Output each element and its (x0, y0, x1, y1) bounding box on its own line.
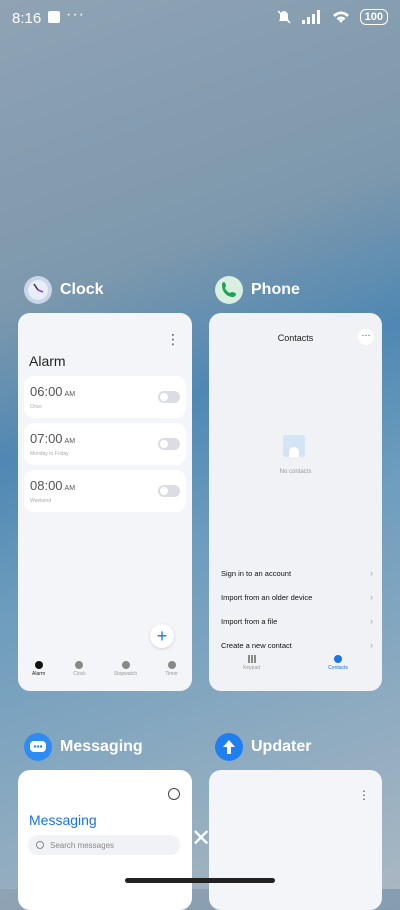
alarm-row[interactable]: 07:00 AM Monday to Friday (24, 423, 186, 465)
contact-placeholder-icon (283, 435, 305, 457)
search-icon (36, 841, 44, 849)
empty-state-text: No contacts (279, 469, 312, 475)
battery-icon: 100 (359, 9, 388, 25)
wifi-icon (332, 11, 349, 23)
phone-app-card[interactable]: Contacts ··· No contacts Sign in to an a… (209, 313, 382, 691)
clock-app-icon (24, 276, 52, 304)
search-input[interactable]: Search messages (28, 835, 180, 855)
notification-icon (48, 11, 60, 23)
alarm-repeat: Once (30, 404, 42, 410)
status-bar: 8:16 ··· 100 (0, 0, 400, 36)
messaging-app-header[interactable]: Messaging (24, 733, 143, 761)
alarm-toggle[interactable] (158, 485, 180, 497)
nav-contacts[interactable]: Contacts (328, 655, 348, 671)
clock-bottom-nav: Alarm Clock Stopwatch Timer (18, 661, 192, 677)
close-all-button[interactable]: ✕ (190, 827, 212, 851)
more-notifications-icon: ··· (66, 6, 85, 23)
option-sign-in[interactable]: Sign in to an account › (221, 562, 373, 584)
status-time: 8:16 (12, 10, 42, 27)
chevron-right-icon: › (370, 592, 373, 602)
contacts-icon (334, 655, 343, 663)
alarm-row[interactable]: 06:00 AM Once (24, 376, 186, 418)
stopwatch-icon (121, 661, 130, 669)
alarm-time: 07:00 AM (30, 431, 76, 446)
alarm-repeat: Monday to Friday (30, 451, 69, 457)
chevron-right-icon: › (370, 640, 373, 650)
nav-keypad[interactable]: Keypad (243, 655, 260, 671)
more-options-icon[interactable]: ⋮ (358, 788, 370, 802)
updater-app-name: Updater (251, 738, 312, 755)
updater-app-header[interactable]: Updater (215, 733, 311, 761)
nav-timer[interactable]: Timer (165, 661, 178, 677)
updater-app-card[interactable]: ⋮ (209, 770, 382, 910)
more-options-icon[interactable]: ⋮ (166, 331, 180, 348)
chevron-right-icon: › (370, 568, 373, 578)
status-icons: 100 (276, 9, 388, 25)
signal-icon (301, 10, 320, 24)
clock-app-header[interactable]: Clock (24, 276, 104, 304)
phone-bottom-nav: Keypad Contacts (209, 655, 382, 671)
chevron-right-icon: › (370, 616, 373, 626)
alarm-row[interactable]: 08:00 AM Weekend (24, 470, 186, 512)
alarm-time: 08:00 AM (30, 478, 76, 493)
alarm-icon (34, 661, 43, 669)
nav-stopwatch[interactable]: Stopwatch (114, 661, 137, 677)
alarm-time: 06:00 AM (30, 384, 76, 399)
more-options-icon[interactable]: ··· (358, 329, 374, 345)
phone-app-name: Phone (251, 281, 300, 298)
option-import-device[interactable]: Import from an older device › (221, 586, 373, 608)
settings-icon[interactable] (168, 788, 180, 800)
messaging-screen-title: Messaging (29, 812, 97, 828)
keypad-icon (247, 655, 256, 663)
clock-icon (75, 661, 84, 669)
search-placeholder: Search messages (50, 840, 115, 850)
nav-alarm[interactable]: Alarm (32, 661, 45, 677)
option-create-contact[interactable]: Create a new contact › (221, 634, 373, 656)
messaging-app-name: Messaging (60, 738, 143, 755)
add-alarm-button[interactable]: + (150, 624, 174, 648)
clock-screen-title: Alarm (29, 353, 66, 369)
clock-app-name: Clock (60, 281, 104, 298)
nav-clock[interactable]: Clock (73, 661, 86, 677)
home-indicator[interactable] (125, 878, 275, 883)
alarm-repeat: Weekend (30, 498, 52, 504)
mute-icon (277, 10, 291, 24)
timer-icon (167, 661, 176, 669)
phone-app-header[interactable]: Phone (215, 276, 300, 304)
alarm-toggle[interactable] (158, 438, 180, 450)
messaging-app-card[interactable]: Messaging Search messages (18, 770, 192, 910)
contacts-title: Contacts (277, 333, 314, 343)
clock-app-card[interactable]: ⋮ Alarm 06:00 AM Once 07:00 AM Monday to F… (18, 313, 192, 691)
messaging-app-icon (24, 733, 52, 761)
updater-app-icon (215, 733, 243, 761)
option-import-file[interactable]: Import from a file › (221, 610, 373, 632)
alarm-toggle[interactable] (158, 391, 180, 403)
phone-app-icon (215, 276, 243, 304)
